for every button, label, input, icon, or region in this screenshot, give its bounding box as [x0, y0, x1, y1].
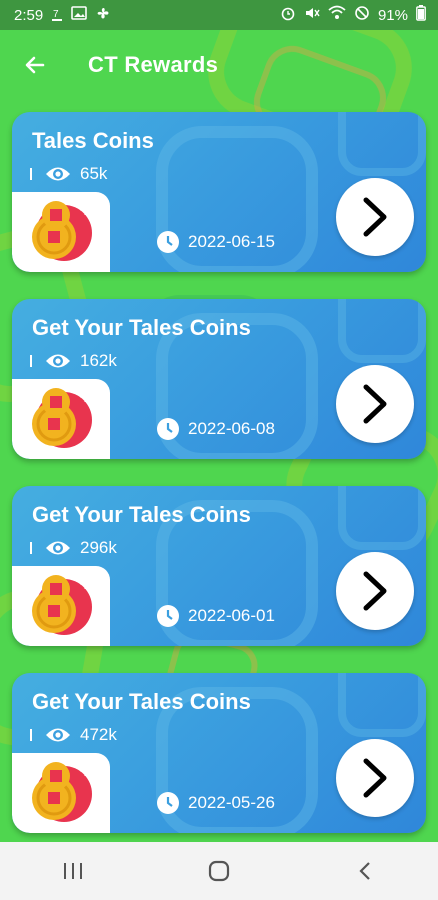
notification-7-icon: 7	[51, 6, 63, 25]
views-count: 296k	[30, 538, 117, 558]
status-bar: 2:59 7 91%	[0, 0, 438, 30]
page-title: CT Rewards	[88, 52, 219, 77]
alarm-icon	[280, 5, 296, 25]
card-title: Tales Coins	[32, 128, 154, 153]
fan-icon	[95, 5, 111, 25]
coins-thumbnail	[12, 379, 110, 459]
battery-level: 91%	[377, 6, 408, 24]
divider	[30, 168, 32, 180]
chevron-right-icon	[363, 571, 387, 611]
date-value: 2022-06-01	[188, 606, 275, 625]
arrow-left-icon[interactable]	[22, 52, 48, 78]
system-nav-bar	[0, 842, 438, 900]
post-date: 2022-06-01	[156, 604, 275, 628]
card-title: Get Your Tales Coins	[32, 315, 251, 340]
eye-icon	[44, 352, 72, 370]
rewards-list: Tales Coins 65k 2022-06-15 Get Your Tale…	[12, 112, 426, 860]
date-value: 2022-05-26	[188, 793, 275, 812]
views-count: 472k	[30, 725, 117, 745]
chevron-right-icon	[363, 197, 387, 237]
date-value: 2022-06-08	[188, 419, 275, 438]
date-value: 2022-06-15	[188, 232, 275, 251]
views-value: 472k	[80, 725, 117, 744]
clock-icon	[156, 230, 180, 254]
eye-icon	[44, 165, 72, 183]
eye-icon	[44, 539, 72, 557]
clock-icon	[156, 791, 180, 815]
reward-card[interactable]: Get Your Tales Coins 472k 2022-05-26	[12, 673, 426, 833]
clock-icon	[156, 604, 180, 628]
home-icon[interactable]	[199, 851, 239, 891]
open-button[interactable]	[336, 178, 414, 256]
coins-thumbnail	[12, 753, 110, 833]
open-button[interactable]	[336, 552, 414, 630]
post-date: 2022-05-26	[156, 791, 275, 815]
wifi-icon	[328, 5, 346, 25]
card-title: Get Your Tales Coins	[32, 689, 251, 714]
app-bar: CT Rewards	[0, 30, 438, 100]
divider	[30, 355, 32, 367]
divider	[30, 542, 32, 554]
recents-icon[interactable]	[53, 851, 93, 891]
open-button[interactable]	[336, 365, 414, 443]
card-title: Get Your Tales Coins	[32, 502, 251, 527]
divider	[30, 729, 32, 741]
status-time: 2:59	[14, 6, 44, 24]
mute-icon	[304, 5, 320, 25]
chevron-right-icon	[363, 758, 387, 798]
eye-icon	[44, 726, 72, 744]
chevron-right-icon	[363, 384, 387, 424]
views-value: 296k	[80, 538, 117, 557]
coins-icon	[32, 201, 92, 261]
clock-icon	[156, 417, 180, 441]
views-count: 162k	[30, 351, 117, 371]
coins-icon	[32, 762, 92, 822]
reward-card[interactable]: Get Your Tales Coins 296k 2022-06-01	[12, 486, 426, 646]
reward-card[interactable]: Get Your Tales Coins 162k 2022-06-08	[12, 299, 426, 459]
views-value: 65k	[80, 164, 108, 183]
battery-icon	[416, 5, 426, 25]
views-count: 65k	[30, 164, 107, 184]
back-icon[interactable]	[345, 851, 385, 891]
open-button[interactable]	[336, 739, 414, 817]
image-icon	[71, 5, 88, 25]
coins-icon	[32, 388, 92, 448]
views-value: 162k	[80, 351, 117, 370]
coins-thumbnail	[12, 192, 110, 272]
post-date: 2022-06-15	[156, 230, 275, 254]
reward-card[interactable]: Tales Coins 65k 2022-06-15	[12, 112, 426, 272]
svg-text:7: 7	[53, 9, 59, 20]
dnd-icon	[354, 5, 370, 25]
coins-thumbnail	[12, 566, 110, 646]
post-date: 2022-06-08	[156, 417, 275, 441]
coins-icon	[32, 575, 92, 635]
